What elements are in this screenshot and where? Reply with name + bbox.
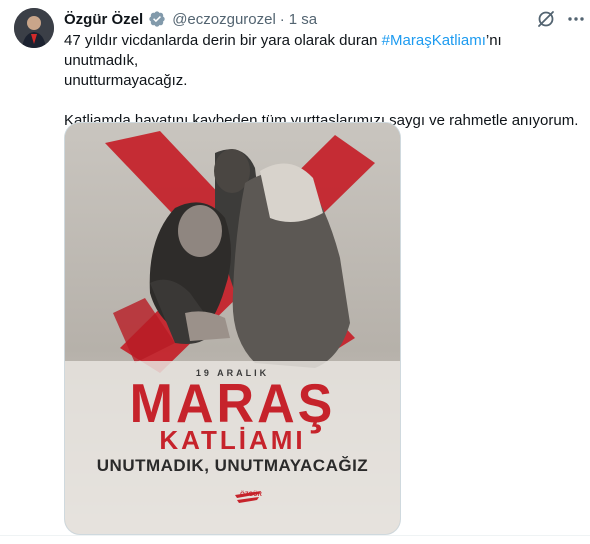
author-handle[interactable]: @eczozgurozel [172,11,276,28]
separator-dot: · [279,10,285,28]
verified-badge-icon [148,10,166,28]
tweet-header: Özgür Özel @eczozgurozel · 1 sa [64,9,317,29]
grok-icon[interactable] [536,9,556,29]
more-icon[interactable] [566,11,586,27]
tweet-text: 47 yıldır vicdanlarda derin bir yara ola… [64,31,580,131]
author-avatar[interactable] [14,8,54,48]
hashtag-link[interactable]: #MaraşKatliamı [382,32,486,49]
tweet-text-line: unutturmayacağız. [64,72,188,89]
logo-text: ÖZGÜR [240,492,262,498]
poster-subtitle: KATLİAMI [159,425,306,455]
tweet-timestamp[interactable]: 1 sa [289,11,317,28]
tweet-text-part: 47 yıldır vicdanlarda derin bir yara ola… [64,32,382,49]
author-name[interactable]: Özgür Özel [64,11,143,28]
poster-slogan: UNUTMADIK, UNUTMAYACAĞIZ [96,456,369,475]
tweet[interactable]: Özgür Özel @eczozgurozel · 1 sa 47 yıldı… [0,0,590,544]
tweet-image[interactable]: 19 ARALIK MARAŞ KATLİAMI UNUTMADIK, UNUT… [64,122,401,535]
